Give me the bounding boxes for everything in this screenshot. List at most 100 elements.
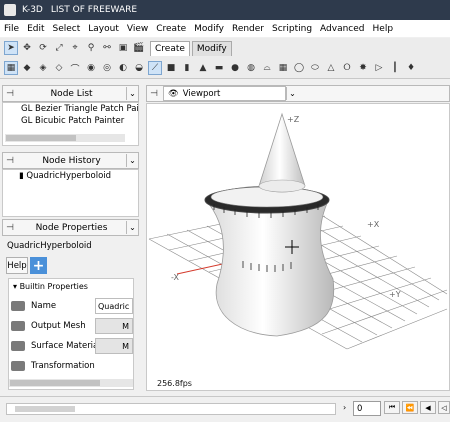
select-vertex-icon[interactable]: ◒ — [132, 61, 146, 75]
menu-modify[interactable]: Modify — [194, 24, 224, 34]
create-polycylinder-icon[interactable]: ⬭ — [308, 61, 322, 75]
previous-frame-icon[interactable]: ◀ — [420, 401, 436, 414]
menu-help[interactable]: Help — [373, 24, 394, 34]
parent-tool-icon[interactable]: ⚲ — [84, 41, 98, 55]
menu-bar: File Edit Select Layout View Create Modi… — [0, 20, 450, 37]
scale-tool-icon[interactable]: ⤢ — [52, 41, 66, 55]
menu-advanced[interactable]: Advanced — [320, 24, 364, 34]
create-light-icon[interactable]: ✸ — [356, 61, 370, 75]
timeline-bar: › 0 — [0, 396, 450, 422]
frame-input[interactable]: 0 — [353, 401, 381, 416]
move-tool-icon[interactable]: ✥ — [20, 41, 34, 55]
chevron-down-icon[interactable]: ⌄ — [126, 87, 138, 100]
time-slider[interactable] — [6, 403, 336, 415]
create-cube-icon[interactable]: ■ — [164, 61, 178, 75]
create-cone-icon[interactable]: ▲ — [196, 61, 210, 75]
play-reverse-icon[interactable]: ◁ — [438, 401, 450, 414]
property-type-icon — [11, 301, 25, 311]
add-property-button[interactable]: + — [30, 257, 47, 274]
create-sphere-icon[interactable]: ● — [228, 61, 242, 75]
menu-render[interactable]: Render — [232, 24, 264, 34]
create-polygrid-icon[interactable]: ▦ — [276, 61, 290, 75]
create-torus-icon[interactable]: ◍ — [244, 61, 258, 75]
select-lines-icon[interactable]: ◆ — [20, 61, 34, 75]
chevron-down-icon[interactable]: ⌄ — [126, 221, 138, 234]
select-nodes-icon[interactable]: ◇ — [52, 61, 66, 75]
list-item[interactable]: GL Bicubic Patch Painter — [3, 115, 138, 127]
horizontal-scrollbar[interactable] — [5, 134, 125, 142]
output-mesh-button[interactable]: M — [95, 318, 133, 334]
create-camera-icon[interactable]: ▷ — [372, 61, 386, 75]
eye-icon: 👁 — [168, 88, 179, 99]
rotate-tool-icon[interactable]: ⟳ — [36, 41, 50, 55]
select-uniform-icon[interactable]: ◎ — [100, 61, 114, 75]
window-title: LIST OF FREEWARE — [50, 5, 138, 15]
first-frame-icon[interactable]: ⏮ — [384, 401, 400, 414]
property-type-icon — [11, 321, 25, 331]
axis-label-x-positive: +X — [367, 220, 380, 229]
viewport-header: ⊣ 👁 Viewport ⌄ — [146, 85, 450, 102]
axis-label-x-negative: -X — [171, 273, 179, 282]
time-slider-thumb[interactable] — [15, 406, 75, 412]
menu-edit[interactable]: Edit — [27, 24, 44, 34]
render-animation-icon[interactable]: 🎬 — [132, 41, 146, 55]
select-curves-icon[interactable]: ⌒ — [68, 61, 82, 75]
menu-file[interactable]: File — [4, 24, 19, 34]
select-points-icon[interactable]: ▦ — [4, 61, 18, 75]
history-item[interactable]: ▮ QuadricHyperboloid — [3, 170, 138, 182]
pin-icon[interactable]: ⊣ — [3, 221, 17, 234]
create-disk-icon[interactable]: ▬ — [212, 61, 226, 75]
select-varying-icon[interactable]: ◐ — [116, 61, 130, 75]
horizontal-scrollbar[interactable] — [9, 379, 133, 387]
name-field[interactable]: Quadric — [95, 298, 133, 314]
create-cylinder-icon[interactable]: ▮ — [180, 61, 194, 75]
select-faces-icon[interactable]: ◈ — [36, 61, 50, 75]
surface-material-button[interactable]: M — [95, 338, 133, 354]
knife-tool-icon[interactable]: ⟋ — [148, 61, 162, 75]
node-name-label: QuadricHyperboloid — [7, 241, 92, 251]
unparent-tool-icon[interactable]: ⚯ — [100, 41, 114, 55]
chevron-down-icon[interactable]: ⌄ — [286, 87, 298, 100]
create-polysphere-icon[interactable]: ◯ — [292, 61, 306, 75]
viewport-title: Viewport — [182, 88, 221, 99]
cone-base — [258, 179, 306, 193]
snap-tool-icon[interactable]: ⌖ — [68, 41, 82, 55]
viewport-selector[interactable]: 👁 Viewport — [163, 86, 286, 101]
app-name: K-3D — [22, 5, 43, 15]
k3d-app-icon — [4, 4, 16, 16]
select-patches-icon[interactable]: ◉ — [84, 61, 98, 75]
menu-scripting[interactable]: Scripting — [272, 24, 312, 34]
create-null-icon[interactable]: ┃ — [388, 61, 402, 75]
pin-icon[interactable]: ⊣ — [3, 154, 17, 167]
pin-icon[interactable]: ⊣ — [3, 87, 17, 100]
pin-icon[interactable]: ⊣ — [147, 87, 161, 100]
create-toolbar: ▦ ◆ ◈ ◇ ⌒ ◉ ◎ ◐ ◒ ⟋ ■ ▮ ▲ ▬ ● ◍ ⌓ ▦ ◯ ⬭ … — [0, 58, 450, 79]
chevron-down-icon[interactable]: ⌄ — [126, 154, 138, 167]
menu-select[interactable]: Select — [53, 24, 81, 34]
tab-modify[interactable]: Modify — [191, 40, 232, 56]
render-frame-icon[interactable]: ▣ — [116, 41, 130, 55]
window-titlebar: K-3D LIST OF FREEWARE — [0, 0, 450, 20]
menu-layout[interactable]: Layout — [88, 24, 119, 34]
rewind-icon[interactable]: ⏪ — [402, 401, 418, 414]
create-polytorus-icon[interactable]: ⭘ — [340, 61, 354, 75]
main-toolbar: ➤ ✥ ⟳ ⤢ ⌖ ⚲ ⚯ ▣ 🎬 Create Modify — [0, 38, 450, 58]
create-paraboloid-icon[interactable]: ⌓ — [260, 61, 274, 75]
viewport-3d[interactable]: +Z +X -X +Y 256.8fps — [146, 103, 450, 391]
create-polycone-icon[interactable]: △ — [324, 61, 338, 75]
help-button[interactable]: Help — [6, 257, 28, 274]
menu-create[interactable]: Create — [156, 24, 186, 34]
fps-counter: 256.8fps — [157, 379, 192, 388]
select-tool-icon[interactable]: ➤ — [4, 41, 18, 55]
node-history-title: Node History — [42, 155, 101, 166]
property-row: Transformation — [11, 357, 135, 375]
create-spot-icon[interactable]: ♦ — [404, 61, 418, 75]
section-header[interactable]: ▾ Builtin Properties — [13, 282, 88, 291]
properties-list: ▾ Builtin Properties Name Quadric Output… — [8, 278, 134, 390]
menu-view[interactable]: View — [127, 24, 148, 34]
node-history-header: ⊣ Node History ⌄ — [2, 152, 139, 169]
list-item[interactable]: GL Bezier Triangle Patch Painter — [3, 103, 138, 115]
node-history: ▮ QuadricHyperboloid — [2, 169, 139, 217]
property-label: Transformation — [31, 361, 95, 371]
tab-create[interactable]: Create — [150, 40, 190, 56]
